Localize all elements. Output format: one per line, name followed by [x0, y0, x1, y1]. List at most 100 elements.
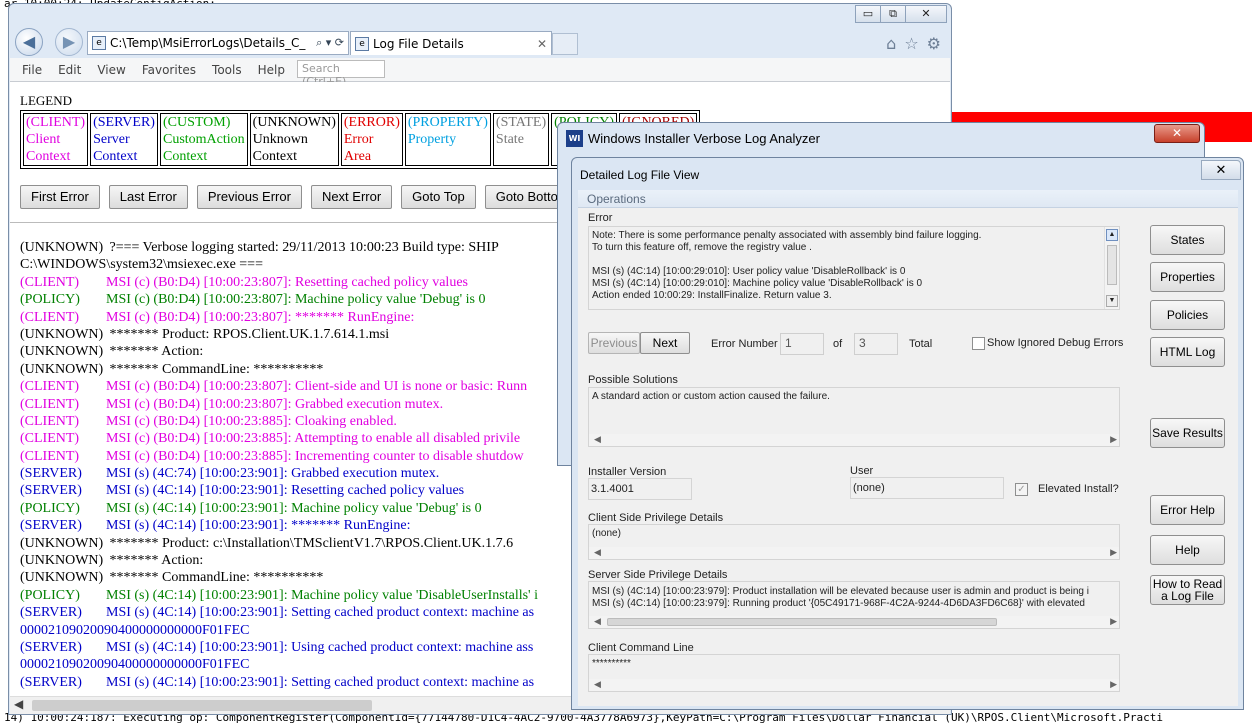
- scroll-thumb[interactable]: [1107, 245, 1117, 285]
- home-icon[interactable]: ⌂: [886, 34, 896, 53]
- scrollbar-thumb[interactable]: [32, 700, 372, 711]
- properties-button[interactable]: Properties: [1150, 262, 1225, 292]
- address-bar[interactable]: e C:\Temp\MsiErrorLogs\Details_C_ ⌕ ▾ ⟳: [87, 31, 349, 55]
- tab-title: Log File Details: [373, 36, 464, 51]
- log-text: ******* Action:: [106, 344, 204, 360]
- address-text[interactable]: C:\Temp\MsiErrorLogs\Details_C_: [110, 36, 316, 50]
- show-ignored-checkbox[interactable]: [972, 337, 985, 350]
- client-command-textbox[interactable]: ********** ◀ ▶: [588, 654, 1120, 692]
- how-to-read-button[interactable]: How to Read a Log File: [1150, 575, 1225, 605]
- log-line: (UNKNOWN) ******* CommandLine: *********…: [20, 569, 580, 586]
- legend-cell: (ERROR) Error Area: [340, 113, 403, 166]
- elevated-checkbox[interactable]: ✓: [1015, 483, 1028, 496]
- scroll-left-icon[interactable]: ◀: [14, 697, 23, 712]
- forward-arrow-icon[interactable]: ▶: [55, 28, 83, 56]
- log-text: ******* Product: RPOS.Client.UK.1.7.614.…: [106, 326, 390, 342]
- tab-close-icon[interactable]: ✕: [537, 37, 547, 51]
- scroll-right-icon[interactable]: ▶: [1110, 434, 1117, 445]
- scroll-right-icon[interactable]: ▶: [1110, 616, 1117, 627]
- server-privilege-textbox[interactable]: MSI (s) (4C:14) [10:00:23:979]: Product …: [588, 581, 1120, 629]
- first-error-button[interactable]: First Error: [20, 185, 100, 209]
- last-error-button[interactable]: Last Error: [108, 185, 188, 209]
- log-line: (UNKNOWN) ******* Product: RPOS.Client.U…: [20, 326, 580, 343]
- client-privilege-textbox[interactable]: (none) ◀ ▶: [588, 524, 1120, 560]
- possible-solutions-textbox[interactable]: A standard action or custom action cause…: [588, 387, 1120, 447]
- log-text: MSI (s) (4C:14) [10:00:23:901]: ******* …: [106, 518, 411, 534]
- back-arrow-icon[interactable]: ◀: [15, 28, 43, 56]
- detail-close-button[interactable]: ✕: [1201, 160, 1241, 180]
- html-log-button[interactable]: HTML Log: [1150, 337, 1225, 367]
- menu-favorites[interactable]: Favorites: [142, 63, 196, 77]
- log-line: (CLIENT) MSI (c) (B0:D4) [10:00:23:807]: …: [20, 396, 580, 413]
- client-cmd-hscroll[interactable]: ◀ ▶: [589, 679, 1119, 691]
- log-text: ******* Product: c:\Installation\TMSclie…: [106, 535, 514, 551]
- scroll-right-icon[interactable]: ▶: [1110, 679, 1117, 690]
- new-tab-button[interactable]: [552, 33, 578, 55]
- scroll-up-icon[interactable]: ▲: [1106, 229, 1118, 241]
- states-button[interactable]: States: [1150, 225, 1225, 255]
- log-text: C:\WINDOWS\system32\msiexec.exe ===: [20, 257, 263, 273]
- gear-icon[interactable]: ⚙: [927, 34, 941, 53]
- menu-help[interactable]: Help: [258, 63, 285, 77]
- log-line: (SERVER) MSI (s) (4C:14) [10:00:23:901]: …: [20, 482, 580, 499]
- ie-window-controls: ▭ ⧉ ✕: [855, 5, 947, 23]
- log-text: ?=== Verbose logging started: 29/11/2013…: [106, 240, 499, 255]
- goto-top-button[interactable]: Goto Top: [401, 185, 476, 209]
- log-tag: (POLICY): [20, 587, 80, 603]
- legend-cell: (STATE) State: [492, 113, 550, 166]
- legend-tag: (ERROR): [343, 115, 400, 130]
- scroll-left-icon[interactable]: ◀: [594, 679, 601, 690]
- error-vertical-scrollbar[interactable]: ▲ ▼: [1104, 227, 1119, 309]
- log-line: (CLIENT) MSI (c) (B0:D4) [10:00:23:885]: …: [20, 413, 580, 430]
- previous-button[interactable]: Previous: [588, 332, 640, 354]
- menu-edit[interactable]: Edit: [58, 63, 81, 77]
- log-text: MSI (c) (B0:D4) [10:00:23:807]: ******* …: [106, 309, 415, 325]
- client-priv-hscroll[interactable]: ◀ ▶: [589, 547, 1119, 559]
- address-actions-icon[interactable]: ⌕ ▾ ⟳: [316, 36, 344, 50]
- restore-button[interactable]: ⧉: [880, 5, 906, 23]
- log-line: (UNKNOWN) ******* Action:: [20, 552, 580, 569]
- scroll-right-icon[interactable]: ▶: [1110, 547, 1117, 558]
- error-textbox[interactable]: Note: There is some performance penalty …: [588, 226, 1120, 310]
- next-error-button[interactable]: Next Error: [310, 185, 393, 209]
- scroll-thumb[interactable]: [607, 618, 997, 626]
- log-line: (SERVER) MSI (s) (4C:14) [10:00:23:901]: …: [20, 517, 580, 534]
- user-field[interactable]: (none): [850, 477, 1004, 499]
- log-line: (UNKNOWN) ******* Product: c:\Installati…: [20, 535, 580, 552]
- log-text: MSI (c) (B0:D4) [10:00:23:807]: Client-s…: [106, 379, 528, 395]
- installer-version-field[interactable]: 3.1.4001: [588, 478, 692, 500]
- server-priv-hscroll[interactable]: ◀ ▶: [589, 616, 1119, 628]
- legend-desc2: Context: [162, 149, 208, 164]
- log-tag: (SERVER): [20, 518, 82, 534]
- log-text: MSI (s) (4C:14) [10:00:23:901]: Resettin…: [106, 483, 465, 499]
- menu-tools[interactable]: Tools: [212, 63, 242, 77]
- previous-error-button[interactable]: Previous Error: [196, 185, 302, 209]
- minimize-button[interactable]: ▭: [855, 5, 881, 23]
- next-button[interactable]: Next: [640, 332, 690, 354]
- help-button[interactable]: Help: [1150, 535, 1225, 565]
- log-line: 00002109020090400000000000F01FEC: [20, 622, 580, 639]
- tab-log-file-details[interactable]: e Log File Details ✕: [350, 31, 552, 55]
- menu-file[interactable]: File: [22, 63, 42, 77]
- error-help-button[interactable]: Error Help: [1150, 495, 1225, 525]
- scroll-down-icon[interactable]: ▼: [1106, 295, 1118, 307]
- favorites-star-icon[interactable]: ☆: [904, 34, 918, 53]
- log-line: C:\WINDOWS\system32\msiexec.exe ===: [20, 256, 580, 273]
- scroll-left-icon[interactable]: ◀: [594, 616, 601, 627]
- log-tag: (POLICY): [20, 292, 80, 308]
- save-results-button[interactable]: Save Results: [1150, 418, 1225, 448]
- error-number-field[interactable]: 1: [780, 333, 824, 355]
- policies-button[interactable]: Policies: [1150, 300, 1225, 330]
- solutions-hscroll[interactable]: ◀ ▶: [589, 434, 1119, 446]
- elevated-label: Elevated Install?: [1038, 483, 1119, 495]
- menu-view[interactable]: View: [97, 63, 125, 77]
- search-input[interactable]: Search (Ctrl+E): [297, 60, 385, 88]
- legend-desc1: Property: [407, 132, 457, 147]
- scroll-left-icon[interactable]: ◀: [594, 547, 601, 558]
- legend-cell: (CUSTOM) CustomAction Context: [159, 113, 248, 166]
- log-text: ******* CommandLine: **********: [106, 361, 324, 377]
- navigation-buttons: First Error Last Error Previous Error Ne…: [20, 185, 580, 209]
- scroll-left-icon[interactable]: ◀: [594, 434, 601, 445]
- analyzer-close-button[interactable]: ✕: [1154, 124, 1200, 143]
- close-button[interactable]: ✕: [905, 5, 947, 23]
